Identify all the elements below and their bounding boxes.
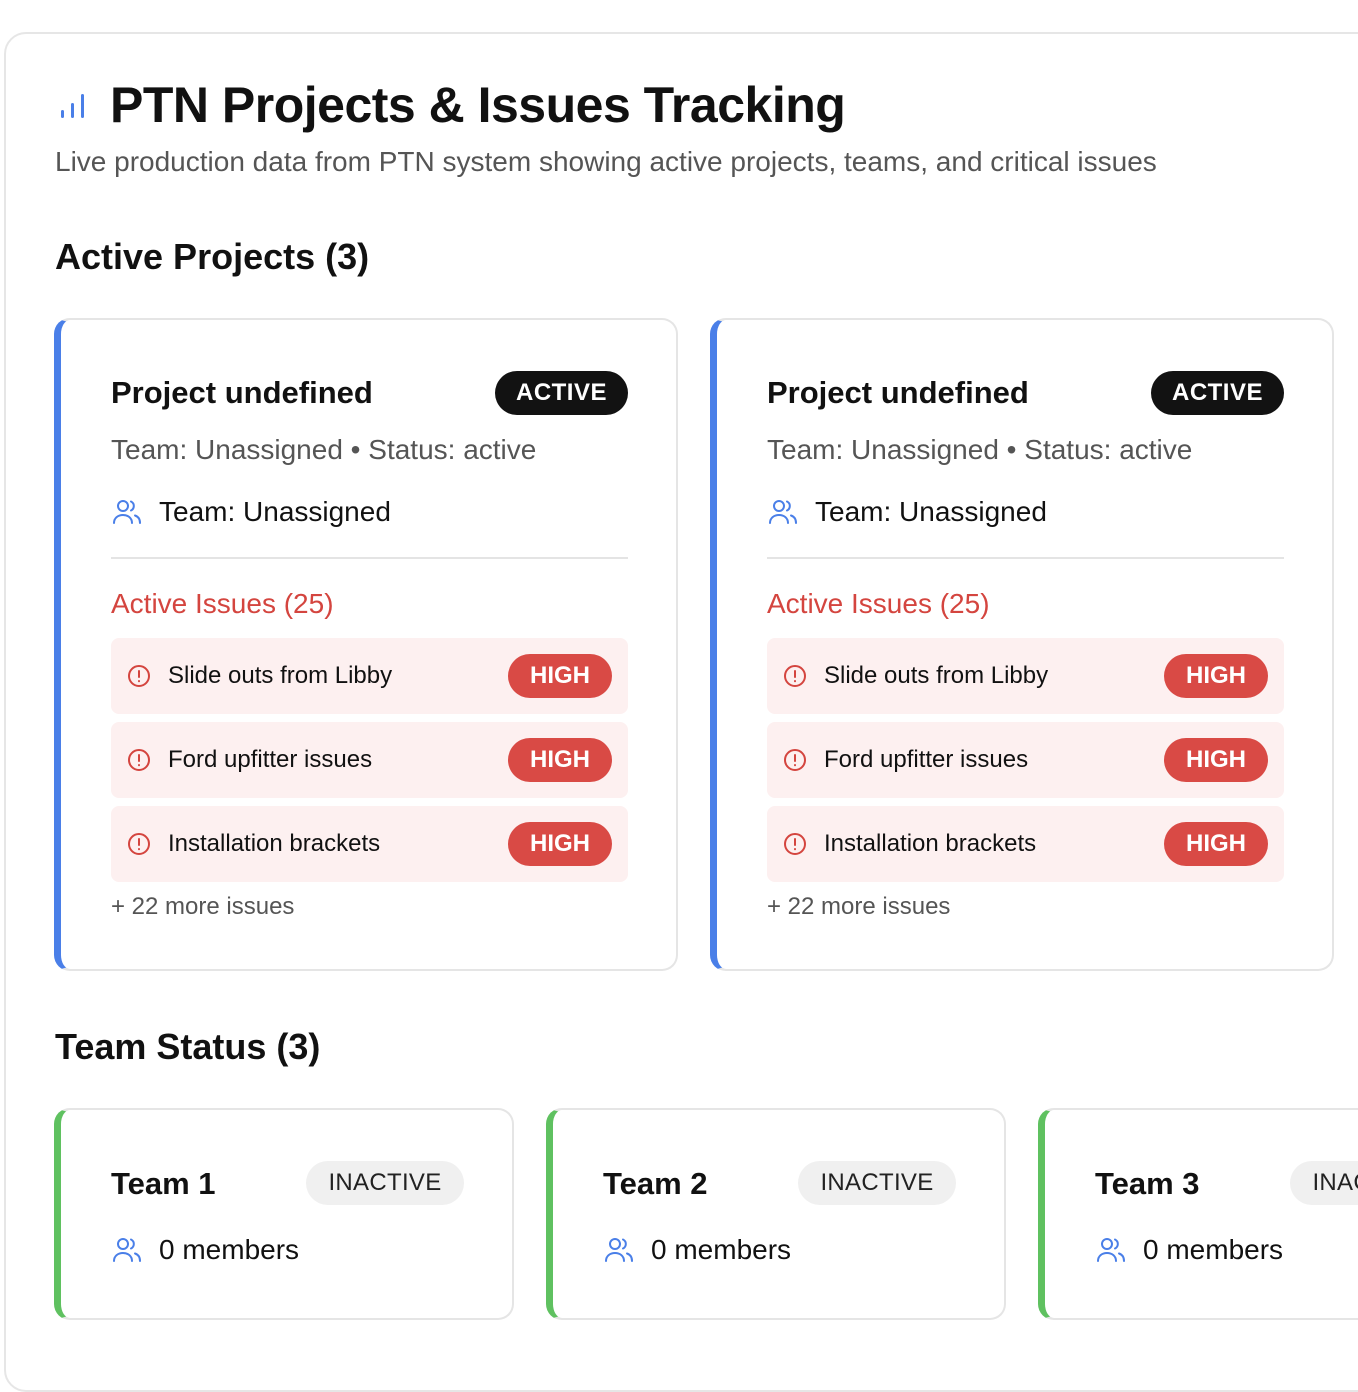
users-icon [605, 1238, 633, 1262]
alert-circle-icon [128, 665, 150, 687]
users-icon [1097, 1238, 1125, 1262]
priority-badge: HIGH [508, 654, 612, 698]
alert-circle-icon [784, 749, 806, 771]
active-projects-heading: Active Projects (3) [55, 236, 370, 277]
project-card[interactable]: Project undefined ACTIVE Team: Unassigne… [54, 318, 678, 971]
status-badge: INACTIVE [798, 1161, 956, 1205]
priority-badge: HIGH [1164, 738, 1268, 782]
priority-badge: HIGH [1164, 822, 1268, 866]
issue-label: Slide outs from Libby [168, 662, 393, 689]
team-card[interactable]: Team 1 INACTIVE 0 members [54, 1108, 514, 1320]
page-subtitle: Live production data from PTN system sho… [55, 146, 1157, 177]
active-issues-heading: Active Issues (25) [767, 588, 990, 619]
divider [767, 557, 1284, 559]
project-team: Team: Unassigned [767, 496, 1047, 528]
priority-badge: HIGH [508, 738, 612, 782]
member-count: 0 members [159, 1234, 300, 1265]
team-name: Team 2 [603, 1166, 708, 1201]
issue-item[interactable]: Ford upfitter issues HIGH [111, 722, 628, 798]
users-icon [113, 500, 141, 524]
alert-circle-icon [784, 833, 806, 855]
issue-label: Slide outs from Libby [824, 662, 1049, 689]
issue-label: Installation brackets [168, 830, 381, 857]
status-badge: ACTIVE [1151, 371, 1284, 415]
issue-label: Ford upfitter issues [824, 746, 1029, 773]
page-title: PTN Projects & Issues Tracking [110, 77, 846, 133]
issue-item[interactable]: Ford upfitter issues HIGH [767, 722, 1284, 798]
project-title: Project undefined [767, 375, 1029, 410]
issue-item[interactable]: Installation brackets HIGH [111, 806, 628, 882]
users-icon [113, 1238, 141, 1262]
alert-circle-icon [128, 833, 150, 855]
team-name: Team 1 [111, 1166, 216, 1201]
project-team: Team: Unassigned [111, 496, 391, 528]
status-badge: ACTIVE [495, 371, 628, 415]
team-members: 0 members [1095, 1234, 1283, 1266]
issue-item[interactable]: Slide outs from Libby HIGH [111, 638, 628, 714]
issue-item[interactable]: Slide outs from Libby HIGH [767, 638, 1284, 714]
issue-label: Ford upfitter issues [168, 746, 373, 773]
project-meta: Team: Unassigned • Status: active [111, 434, 537, 465]
alert-circle-icon [128, 749, 150, 771]
project-team-label: Team: Unassigned [159, 496, 391, 527]
users-icon [769, 500, 797, 524]
status-badge: INACTIVE [306, 1161, 464, 1205]
team-card[interactable]: Team 2 INACTIVE 0 members [546, 1108, 1006, 1320]
alert-circle-icon [784, 665, 806, 687]
project-team-label: Team: Unassigned [815, 496, 1047, 527]
page-header: PTN Projects & Issues Tracking [56, 76, 846, 134]
project-meta: Team: Unassigned • Status: active [767, 434, 1193, 465]
project-card[interactable]: Project undefined ACTIVE Team: Unassigne… [710, 318, 1334, 971]
divider [111, 557, 628, 559]
member-count: 0 members [1143, 1234, 1284, 1265]
member-count: 0 members [651, 1234, 792, 1265]
priority-badge: HIGH [1164, 654, 1268, 698]
bar-chart-icon [56, 88, 90, 122]
team-name: Team 3 [1095, 1166, 1200, 1201]
priority-badge: HIGH [508, 822, 612, 866]
issue-item[interactable]: Installation brackets HIGH [767, 806, 1284, 882]
team-members: 0 members [111, 1234, 299, 1266]
active-issues-heading: Active Issues (25) [111, 588, 334, 619]
team-card[interactable]: Team 3 INACTIVE 0 members [1038, 1108, 1358, 1320]
team-status-heading: Team Status (3) [55, 1026, 321, 1067]
team-members: 0 members [603, 1234, 791, 1266]
more-issues-link[interactable]: + 22 more issues [767, 893, 950, 921]
more-issues-link[interactable]: + 22 more issues [111, 893, 294, 921]
status-badge: INACTIVE [1290, 1161, 1358, 1205]
project-title: Project undefined [111, 375, 373, 410]
issue-label: Installation brackets [824, 830, 1037, 857]
